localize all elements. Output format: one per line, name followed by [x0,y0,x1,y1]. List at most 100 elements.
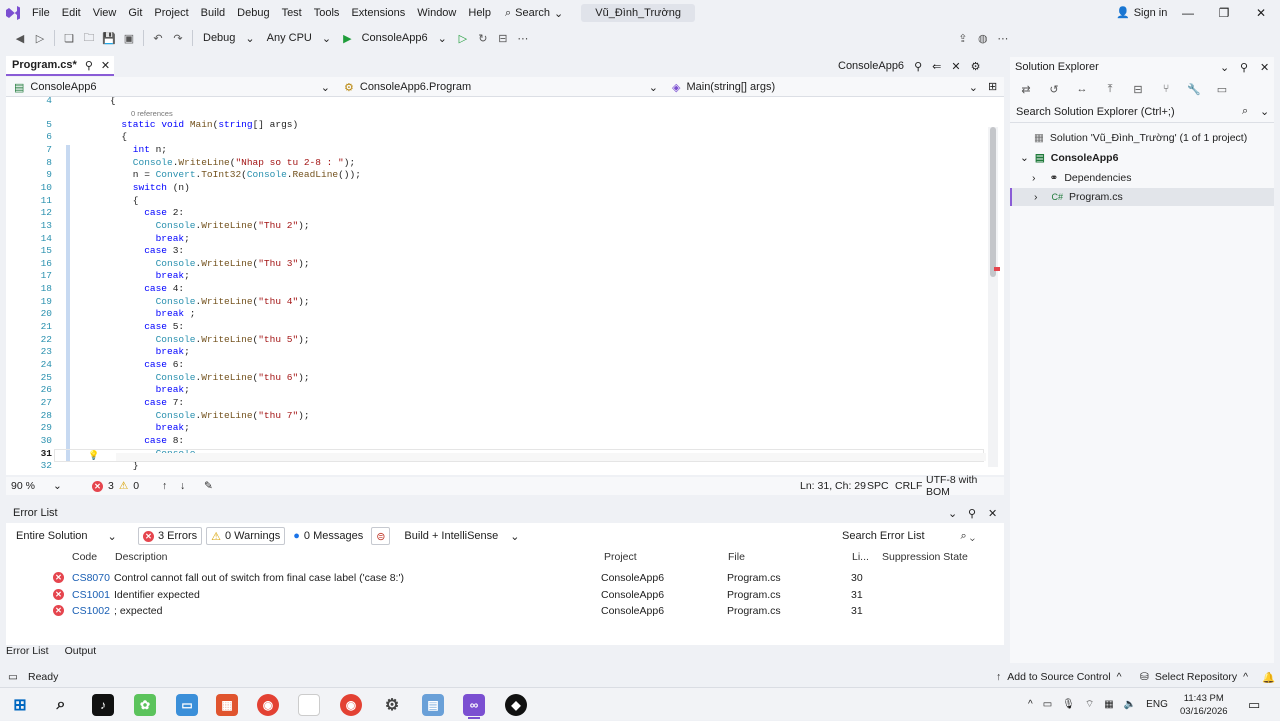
preview-icon[interactable]: ▭ [1212,79,1232,99]
code-line[interactable]: 18 case 4: [6,283,976,296]
code-line[interactable]: 30 case 8: [6,435,976,448]
settings-icon[interactable]: ⚙ [381,694,403,716]
more-options-icon[interactable]: ⋯ [993,28,1013,48]
repository-button[interactable]: ⛁ Select Repository ^ [1140,671,1248,683]
menu-test[interactable]: Test [276,0,308,26]
pin-icon[interactable]: ⚲ [968,507,976,520]
cursor-position[interactable]: Ln: 31, Ch: 29 [800,480,866,492]
menu-tools[interactable]: Tools [308,0,346,26]
split-editor-icon[interactable]: ⊞ [988,80,997,93]
expand-icon[interactable]: ↔ [1072,79,1092,99]
column-file[interactable]: File [728,551,745,567]
tree-program-file[interactable]: › C# Program.cs [1010,188,1274,206]
app-icon[interactable]: ▦ [216,694,238,716]
history-icon[interactable]: ↺ [1044,79,1064,99]
prev-issue-icon[interactable]: ↓ [180,480,185,492]
properties-icon[interactable]: 🔧 [1184,79,1204,99]
app-icon[interactable]: ▤ [422,694,444,716]
configuration-select[interactable]: Debug ⌄ [197,28,261,48]
code-line[interactable]: 29 break; [6,422,976,435]
next-issue-icon[interactable]: ↑ [162,480,167,492]
tab-error-list[interactable]: Error List [6,645,49,661]
column-line[interactable]: Li... [852,551,869,567]
column-project[interactable]: Project [604,551,637,567]
column-code[interactable]: Code [72,551,97,567]
scope-select[interactable]: Entire Solution ⌄ [10,530,134,543]
back-nav-icon[interactable]: ◀ [10,28,30,48]
table-row[interactable]: ✕ CS1002 ; expected ConsoleApp6 Program.… [6,603,1004,620]
menu-build[interactable]: Build [195,0,231,26]
code-line[interactable]: 9 n = Convert.ToInt32(Console.ReadLine())… [6,169,976,182]
sign-in-button[interactable]: 👤 Sign in [1116,0,1167,26]
code-line[interactable]: 15 case 3: [6,245,976,258]
table-row[interactable]: ✕ CS1001 Identifier expected ConsoleApp6… [6,587,1004,604]
git-icon[interactable]: ⑂ [1156,79,1176,99]
back-icon[interactable]: ⇐ [932,60,941,73]
save-icon[interactable]: 💾 [99,28,119,48]
menu-project[interactable]: Project [148,0,194,26]
menu-extensions[interactable]: Extensions [345,0,411,26]
code-line[interactable]: 20 break ; [6,308,976,321]
language-indicator[interactable]: ENG [1146,699,1168,710]
error-code-link[interactable]: CS8070 [72,572,110,584]
pin-icon[interactable]: ⚲ [1240,61,1248,74]
maximize-button[interactable]: ❐ [1206,0,1242,26]
settings-icon[interactable]: ⚙ [971,60,981,73]
search-icon[interactable]: ⌕ [50,694,72,716]
tiktok-icon[interactable]: ♪ [92,694,114,716]
messages-filter-button[interactable]: ● 0 Messages [289,530,367,542]
menu-help[interactable]: Help [462,0,497,26]
volume-icon[interactable]: 🔈 [1124,699,1136,710]
column-description[interactable]: Description [115,551,168,567]
search-menu[interactable]: ⌕ Search ⌄ [497,7,571,20]
chrome-icon[interactable]: ◉ [257,694,279,716]
indent-mode[interactable]: SPC [867,480,889,492]
menu-edit[interactable]: Edit [56,0,87,26]
copilot-icon[interactable]: ◍ [973,28,993,48]
close-icon[interactable]: ✕ [1260,61,1269,74]
app-icon[interactable]: ✿ [134,694,156,716]
codelens-references[interactable]: 0 references [131,109,173,118]
errors-filter-button[interactable]: ✕ 3 Errors [138,527,203,545]
error-count-indicator[interactable]: ✕ 3 ⚠ 0 [92,480,139,492]
more-icon[interactable]: ⋯ [513,28,533,48]
windows-start-icon[interactable]: ⊞ [9,694,31,716]
file-explorer-icon[interactable]: ▭ [176,694,198,716]
code-line[interactable]: 8 Console.WriteLine("Nhap so tu 2-8 : "); [6,157,976,170]
minimize-button[interactable]: — [1170,0,1206,26]
warnings-filter-button[interactable]: ⚠ 0 Warnings [206,527,286,545]
battery-icon[interactable]: ▭ [1043,699,1052,710]
code-line[interactable]: 32} [6,460,976,473]
close-tab-icon[interactable]: ✕ [101,59,110,72]
vertical-scrollbar[interactable] [988,127,1000,467]
browse-icon[interactable]: ⊟ [493,28,513,48]
code-line[interactable]: 26 break; [6,384,976,397]
solution-search-box[interactable]: Search Solution Explorer (Ctrl+;) ⌕ ⌄ [1010,101,1274,123]
code-line[interactable]: 28 Console.WriteLine("thu 7"); [6,410,976,423]
code-line[interactable]: 22 Console.WriteLine("thu 5"); [6,334,976,347]
close-icon[interactable]: ✕ [988,507,997,520]
menu-git[interactable]: Git [122,0,148,26]
code-line[interactable]: 16 Console.WriteLine("Thu 3"); [6,258,976,271]
zoom-select[interactable]: 90 % ⌄ [11,480,62,492]
error-code-link[interactable]: CS1002 [72,605,110,617]
tree-dependencies[interactable]: › ⚭ Dependencies [1032,169,1131,187]
error-search-box[interactable]: Search Error List ⌕ ⌄ [842,530,975,543]
sync-icon[interactable]: ⇄ [1016,79,1036,99]
redo-icon[interactable]: ↷ [168,28,188,48]
menu-file[interactable]: File [26,0,56,26]
notification-center-icon[interactable]: ▭ [1248,688,1260,721]
open-file-icon[interactable]: 🗀 [79,28,99,48]
filter-icon-button[interactable]: ⊜ [371,527,391,545]
horizontal-scrollbar[interactable] [116,453,986,461]
code-line[interactable]: 19 Console.WriteLine("thu 4"); [6,296,976,309]
code-line[interactable]: 21 case 5: [6,321,976,334]
undo-icon[interactable]: ↶ [148,28,168,48]
encoding[interactable]: UTF-8 with BOM [926,474,1004,498]
code-line[interactable]: 6{ [6,131,976,144]
save-all-icon[interactable]: ▣ [119,28,139,48]
calculator-icon[interactable]: ▦ [1104,699,1113,710]
chevron-down-icon[interactable]: ⌄ [1220,61,1229,74]
clock[interactable]: 11:43 PM 03/16/2026 [1180,688,1228,721]
new-project-icon[interactable]: ❏ [59,28,79,48]
